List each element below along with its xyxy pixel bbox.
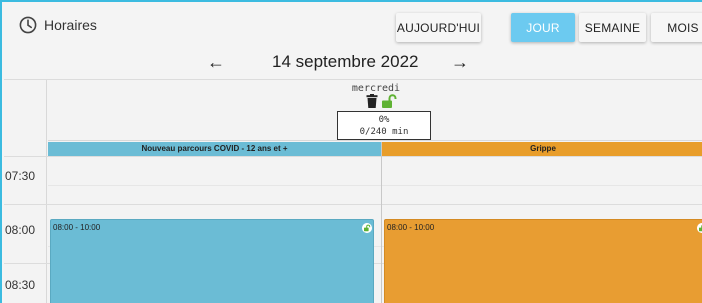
capacity-box: 0% 0/240 min: [337, 111, 431, 140]
week-view-button[interactable]: SEMAINE: [579, 13, 646, 42]
today-button[interactable]: AUJOURD'HUI: [396, 13, 481, 42]
time-label: 08:30: [5, 278, 36, 292]
unlock-icon[interactable]: [362, 223, 372, 233]
capacity-percent: 0%: [378, 115, 390, 125]
appointment-slot[interactable]: 08:00 - 10:00: [384, 219, 702, 303]
month-view-button[interactable]: MOIS: [651, 13, 702, 42]
resource-header-covid: Nouveau parcours COVID - 12 ans et +: [48, 142, 381, 156]
appointment-time: 08:00 - 10:00: [387, 223, 435, 232]
page-title: Horaires: [44, 17, 97, 33]
calendar-grid: mercredi 0% 0/240 min Nouveau parcours C…: [4, 79, 702, 303]
app-window: Horaires AUJOURD'HUI JOUR SEMAINE MOIS ←…: [0, 0, 702, 303]
day-header: mercredi 0% 0/240 min: [48, 80, 702, 141]
slot-line: [4, 156, 702, 157]
unlock-icon[interactable]: [382, 94, 398, 108]
clock-icon: [19, 16, 37, 34]
resource-header-grippe: Grippe: [382, 142, 702, 156]
capacity-minutes: 0/240 min: [359, 127, 409, 137]
slot-line: [4, 204, 702, 205]
current-date: 14 septembre 2022: [272, 52, 419, 71]
appointment-slot[interactable]: 08:00 - 10:00: [50, 219, 374, 303]
next-day-arrow-icon[interactable]: →: [451, 52, 469, 73]
time-label: 08:00: [5, 223, 36, 237]
appointment-time: 08:00 - 10:00: [53, 223, 101, 232]
column-separator: [381, 142, 382, 303]
previous-day-arrow-icon[interactable]: ←: [207, 52, 225, 73]
day-name: mercredi: [351, 83, 401, 94]
time-label: 07:30: [5, 169, 36, 183]
header: Horaires AUJOURD'HUI JOUR SEMAINE MOIS: [4, 4, 702, 48]
unlock-icon[interactable]: [697, 223, 702, 233]
day-view-button[interactable]: JOUR: [511, 13, 575, 42]
slot-line: [48, 185, 702, 186]
trash-icon[interactable]: [366, 94, 378, 108]
time-gutter: [4, 80, 47, 303]
